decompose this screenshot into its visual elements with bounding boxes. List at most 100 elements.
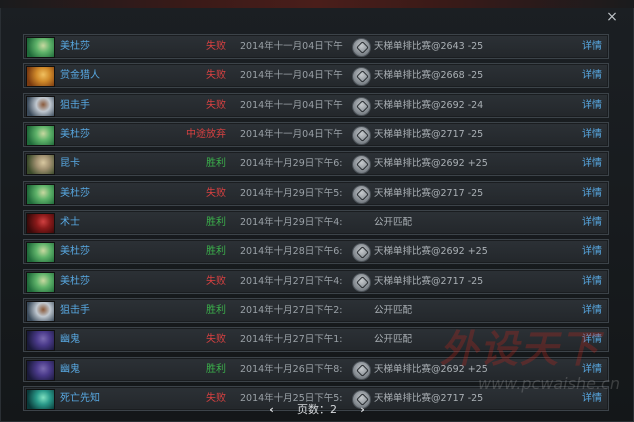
- hero-name: 昆卡: [60, 158, 80, 170]
- hero-name: 狙击手: [60, 305, 90, 317]
- match-result: 胜利: [206, 363, 226, 375]
- match-date: 2014年十一月04日下午: [240, 99, 343, 111]
- details-link[interactable]: 详情: [582, 64, 602, 87]
- match-result: 中途放弃: [186, 129, 226, 141]
- match-mode: 天梯单排比赛@2643 -25: [374, 41, 484, 52]
- prev-page-button[interactable]: ‹: [264, 403, 280, 416]
- hero-name: 赏金猎人: [60, 70, 100, 82]
- match-date: 2014年十月29日下午5:: [240, 187, 343, 199]
- details-link[interactable]: 详情: [582, 358, 602, 381]
- ranked-icon: [352, 272, 371, 292]
- hero-avatar: [26, 66, 55, 88]
- details-link[interactable]: 详情: [582, 211, 602, 234]
- next-page-button[interactable]: ›: [355, 403, 371, 416]
- match-date: 2014年十月27日下午4:: [240, 275, 343, 287]
- match-result: 胜利: [206, 305, 226, 317]
- details-link[interactable]: 详情: [582, 94, 602, 117]
- hero-avatar: [26, 301, 55, 323]
- hero-avatar: [26, 271, 55, 293]
- match-mode: 公开匹配: [374, 305, 413, 317]
- details-link[interactable]: 详情: [582, 152, 602, 175]
- hero-avatar: [26, 154, 55, 176]
- match-date: 2014年十一月04日下午: [240, 70, 343, 82]
- details-link[interactable]: 详情: [582, 35, 602, 58]
- hero-name: 幽鬼: [60, 334, 80, 346]
- match-row[interactable]: 美杜莎 失败 2014年十月27日下午4: 天梯单排比赛@2717 -25 详情: [23, 268, 609, 294]
- details-link[interactable]: 详情: [582, 240, 602, 263]
- hero-name: 术士: [60, 217, 80, 229]
- details-link[interactable]: 详情: [582, 123, 602, 146]
- ranked-icon: [352, 184, 371, 204]
- match-date: 2014年十月29日下午4:: [240, 217, 343, 229]
- match-date: 2014年十月27日下午1:: [240, 334, 343, 346]
- match-result: 失败: [206, 334, 226, 346]
- match-mode: 天梯单排比赛@2692 +25: [374, 246, 488, 258]
- match-date: 2014年十月28日下午6:: [240, 246, 343, 258]
- ranked-icon: [352, 96, 371, 116]
- hero-name: 美杜莎: [60, 129, 90, 141]
- details-link[interactable]: 详情: [582, 328, 602, 351]
- match-row[interactable]: 昆卡 胜利 2014年十月29日下午6: 天梯单排比赛@2692 +25 详情: [23, 151, 609, 177]
- match-mode: 公开匹配: [374, 334, 413, 346]
- match-mode: 天梯单排比赛@2692 -24: [374, 99, 484, 111]
- details-link[interactable]: 详情: [582, 182, 602, 205]
- page-indicator: 页数：2: [297, 401, 337, 417]
- match-row[interactable]: 美杜莎 胜利 2014年十月28日下午6: 天梯单排比赛@2692 +25 详情: [23, 239, 609, 265]
- hero-avatar: [26, 37, 55, 58]
- match-list: 美杜莎 失败 2014年十一月04日下午 天梯单排比赛@2643 -25 详情 赏金猎人失…: [23, 34, 609, 415]
- match-result: 失败: [206, 275, 226, 287]
- panel-top-border: [0, 0, 634, 8]
- match-row[interactable]: 幽鬼 失败 2014年十月27日下午1: 公开匹配 详情: [23, 327, 609, 353]
- ranked-icon: [352, 155, 371, 175]
- hero-avatar: [26, 213, 55, 235]
- details-link[interactable]: 详情: [582, 270, 602, 293]
- ranked-icon: [352, 126, 371, 146]
- hero-avatar: [26, 330, 55, 352]
- match-mode: 天梯单排比赛@2692 +25: [374, 158, 488, 170]
- hero-avatar: [26, 95, 55, 117]
- match-date: 2014年十月29日下午6:: [240, 158, 343, 170]
- hero-name: 幽鬼: [60, 363, 80, 375]
- ranked-icon: [352, 360, 371, 380]
- match-date: 2014年十一月04日下午: [240, 129, 343, 141]
- hero-avatar: [26, 125, 55, 147]
- pagination: ‹ 页数：2 ›: [0, 401, 634, 417]
- page-label: 页数：: [297, 403, 330, 416]
- match-result: 胜利: [206, 217, 226, 229]
- ranked-icon: [352, 243, 371, 263]
- match-mode: 天梯单排比赛@2717 -25: [374, 187, 484, 199]
- match-date: 2014年十月26日下午8:: [240, 363, 343, 375]
- match-date: 2014年十一月04日下午: [240, 41, 343, 52]
- match-result: 失败: [206, 41, 226, 52]
- match-mode: 天梯单排比赛@2717 -25: [374, 129, 484, 141]
- match-result: 失败: [206, 99, 226, 111]
- hero-name: 狙击手: [60, 99, 90, 111]
- match-row[interactable]: 幽鬼 胜利 2014年十月26日下午8: 天梯单排比赛@2692 +25 详情: [23, 356, 609, 382]
- page-number: 2: [330, 403, 337, 416]
- match-result: 胜利: [206, 246, 226, 258]
- match-mode: 天梯单排比赛@2692 +25: [374, 363, 488, 375]
- match-mode: 公开匹配: [374, 217, 413, 229]
- hero-avatar: [26, 359, 55, 381]
- match-row[interactable]: 狙击手 失败 2014年十一月04日下午 天梯单排比赛@2692 -24 详情: [23, 92, 609, 118]
- hero-name: 美杜莎: [60, 246, 90, 258]
- match-row[interactable]: 美杜莎 失败 2014年十月29日下午5: 天梯单排比赛@2717 -25 详情: [23, 180, 609, 206]
- ranked-icon: [352, 38, 371, 57]
- match-row[interactable]: 美杜莎 失败 2014年十一月04日下午 天梯单排比赛@2643 -25 详情: [23, 34, 609, 59]
- match-row[interactable]: 赏金猎人 失败 2014年十一月04日下午 天梯单排比赛@2668 -25 详情: [23, 63, 609, 89]
- details-link[interactable]: 详情: [582, 299, 602, 322]
- hero-name: 美杜莎: [60, 275, 90, 287]
- match-row[interactable]: 狙击手 胜利 2014年十月27日下午2: 公开匹配 详情: [23, 298, 609, 324]
- match-result: 胜利: [206, 158, 226, 170]
- match-date: 2014年十月27日下午2:: [240, 305, 343, 317]
- match-mode: 天梯单排比赛@2717 -25: [374, 275, 484, 287]
- match-row[interactable]: 美杜莎 中途放弃 2014年十一月04日下午 天梯单排比赛@2717 -25 详情: [23, 122, 609, 148]
- hero-name: 美杜莎: [60, 187, 90, 199]
- match-result: 失败: [206, 70, 226, 82]
- match-result: 失败: [206, 187, 226, 199]
- close-icon[interactable]: ×: [604, 9, 620, 25]
- hero-avatar: [26, 242, 55, 264]
- hero-name: 美杜莎: [60, 41, 90, 52]
- hero-avatar: [26, 183, 55, 205]
- match-row[interactable]: 术士 胜利 2014年十月29日下午4: 公开匹配 详情: [23, 210, 609, 236]
